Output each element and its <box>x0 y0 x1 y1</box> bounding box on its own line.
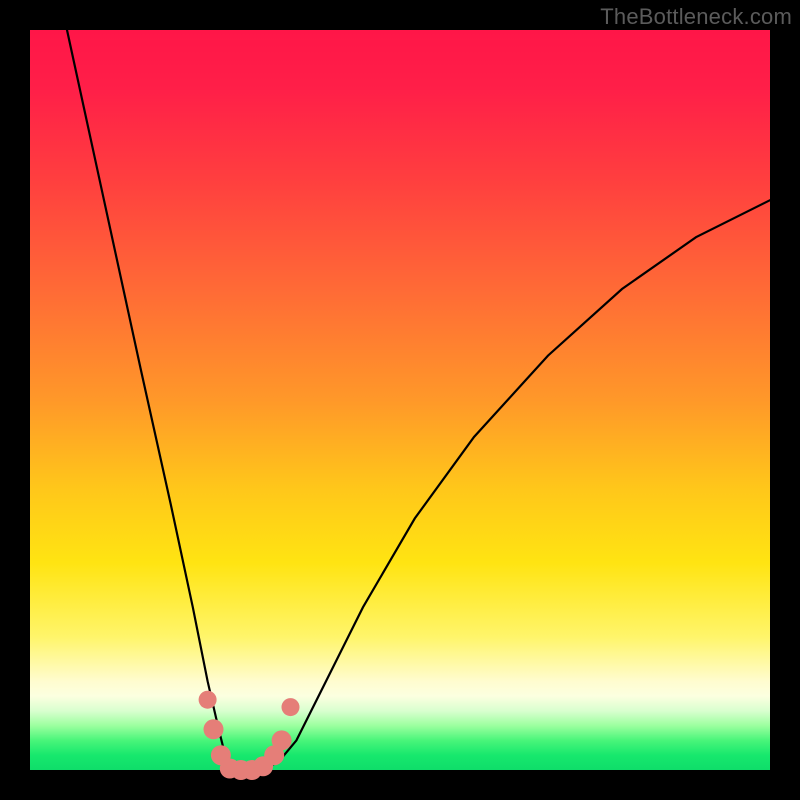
chart-frame: TheBottleneck.com <box>0 0 800 800</box>
highlight-markers <box>199 691 300 780</box>
watermark-text: TheBottleneck.com <box>600 4 792 30</box>
bottleneck-curve <box>67 30 770 770</box>
marker-dot <box>272 730 292 750</box>
marker-dot <box>199 691 217 709</box>
plot-area <box>30 30 770 770</box>
curve-svg <box>30 30 770 770</box>
marker-dot <box>204 719 224 739</box>
marker-dot <box>282 698 300 716</box>
